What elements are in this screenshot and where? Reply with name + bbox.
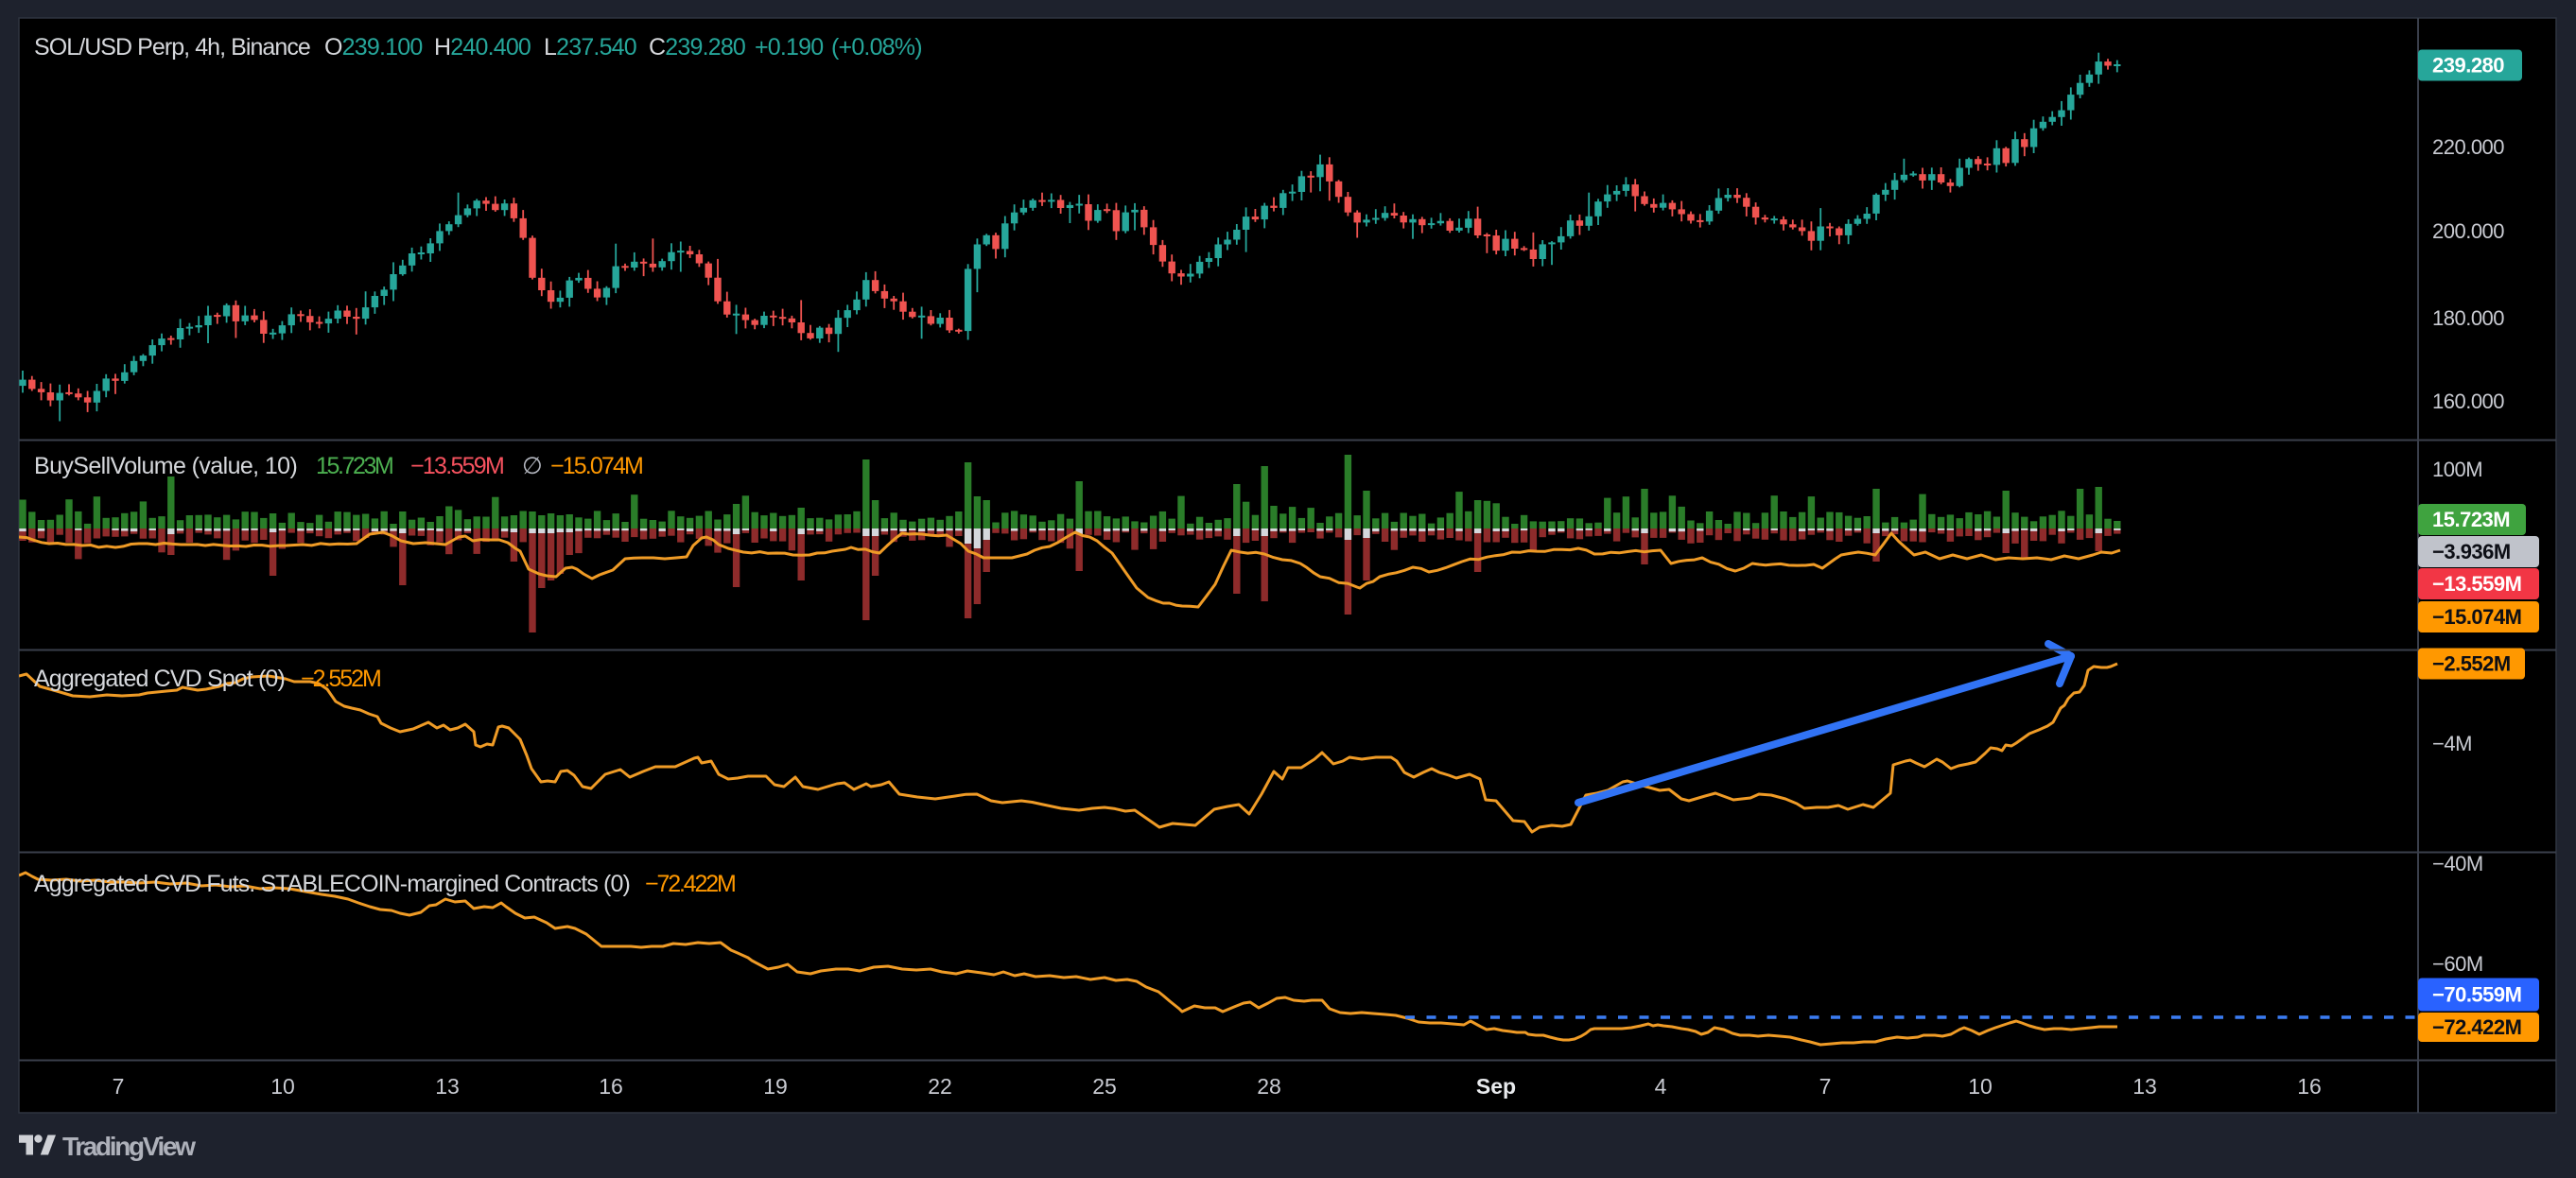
svg-text:−13.559M: −13.559M: [410, 453, 504, 479]
svg-text:TradingView: TradingView: [62, 1132, 196, 1161]
svg-text:−3.936M: −3.936M: [2432, 540, 2511, 563]
svg-text:10: 10: [1968, 1074, 1993, 1099]
svg-text:−15.074M: −15.074M: [2432, 605, 2521, 629]
svg-text:−2.552M: −2.552M: [301, 666, 381, 692]
svg-text:−70.559M: −70.559M: [2432, 983, 2521, 1007]
svg-text:180.000: 180.000: [2432, 306, 2504, 330]
svg-text:22: 22: [928, 1074, 952, 1099]
svg-text:H240.400: H240.400: [434, 34, 531, 61]
svg-text:7: 7: [113, 1074, 125, 1099]
svg-text:19: 19: [763, 1074, 788, 1099]
svg-text:7: 7: [1819, 1074, 1832, 1099]
svg-text:(+0.08%): (+0.08%): [831, 34, 922, 61]
svg-text:16: 16: [2297, 1074, 2322, 1099]
svg-text:BuySellVolume (value, 10): BuySellVolume (value, 10): [34, 453, 297, 479]
svg-text:O239.100: O239.100: [324, 34, 422, 61]
svg-text:28: 28: [1257, 1074, 1281, 1099]
svg-text:−15.074M: −15.074M: [550, 453, 643, 479]
svg-text:∅: ∅: [522, 453, 542, 479]
svg-text:160.000: 160.000: [2432, 390, 2504, 413]
svg-text:239.280: 239.280: [2432, 54, 2504, 78]
svg-text:4: 4: [1655, 1074, 1667, 1099]
svg-text:−72.422M: −72.422M: [2432, 1015, 2521, 1039]
svg-text:220.000: 220.000: [2432, 135, 2504, 159]
svg-text:100M: 100M: [2432, 458, 2482, 481]
svg-text:Aggregated CVD Futs. STABLECOI: Aggregated CVD Futs. STABLECOIN-margined…: [34, 871, 630, 897]
svg-text:+0.190: +0.190: [755, 34, 823, 61]
svg-text:25: 25: [1092, 1074, 1117, 1099]
svg-text:13: 13: [435, 1074, 460, 1099]
svg-text:Aggregated CVD Spot (0): Aggregated CVD Spot (0): [34, 666, 285, 692]
svg-text:SOL/USD Perp, 4h, Binance: SOL/USD Perp, 4h, Binance: [34, 34, 310, 61]
svg-text:15.723M: 15.723M: [316, 453, 393, 479]
svg-text:13: 13: [2132, 1074, 2157, 1099]
svg-text:16: 16: [599, 1074, 623, 1099]
svg-text:200.000: 200.000: [2432, 219, 2504, 243]
svg-text:−2.552M: −2.552M: [2432, 652, 2511, 676]
svg-text:L237.540: L237.540: [544, 34, 636, 61]
svg-text:−13.559M: −13.559M: [2432, 572, 2521, 596]
svg-text:10: 10: [270, 1074, 295, 1099]
svg-text:−4M: −4M: [2432, 732, 2472, 755]
svg-text:−40M: −40M: [2432, 852, 2483, 875]
svg-text:Sep: Sep: [1476, 1074, 1516, 1099]
svg-text:−60M: −60M: [2432, 952, 2483, 976]
svg-text:C239.280: C239.280: [649, 34, 745, 61]
svg-text:−72.422M: −72.422M: [645, 871, 736, 897]
svg-text:15.723M: 15.723M: [2432, 508, 2510, 531]
